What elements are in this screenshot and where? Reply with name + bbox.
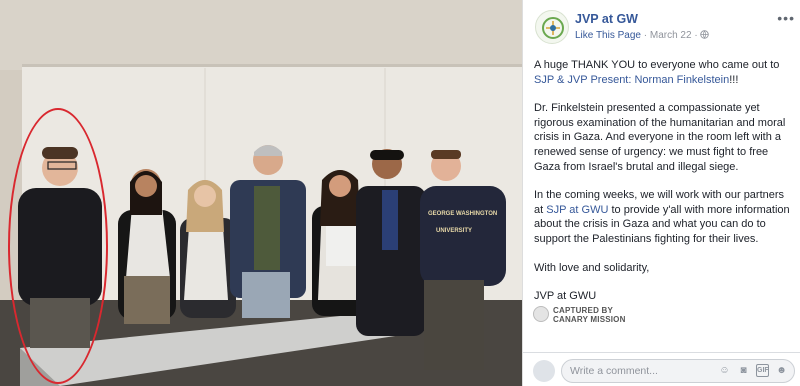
watermark-line1: CAPTURED BY bbox=[553, 306, 613, 315]
comment-row: Write a comment... ☺ ◙ GIF ☻ bbox=[533, 358, 795, 384]
post-subline: Like This Page · March 22 · bbox=[575, 30, 710, 41]
shirt-text-line2: UNIVERSITY bbox=[436, 228, 472, 234]
p1-text: A huge THANK YOU to everyone who came ou… bbox=[534, 59, 780, 71]
event-photo[interactable]: GEORGE WASHINGTON UNIVERSITY bbox=[0, 0, 522, 386]
sjp-gwu-link[interactable]: SJP at GWU bbox=[546, 204, 608, 216]
red-circle-annotation bbox=[8, 108, 108, 384]
post-header: JVP at GW Like This Page · March 22 · ••… bbox=[533, 10, 795, 44]
gif-icon[interactable]: GIF bbox=[756, 364, 769, 377]
post-panel: JVP at GW Like This Page · March 22 · ••… bbox=[522, 0, 800, 386]
comment-placeholder: Write a comment... bbox=[570, 365, 658, 377]
emoji-icon[interactable]: ☺ bbox=[718, 364, 731, 377]
p1-suffix: !!! bbox=[729, 73, 739, 86]
comment-icons: ☺ ◙ GIF ☻ bbox=[718, 364, 788, 377]
event-link[interactable]: SJP & JVP Present: Norman Finkelstein bbox=[534, 74, 729, 86]
like-page-link[interactable]: Like This Page bbox=[575, 30, 641, 41]
shirt-text-line1: GEORGE WASHINGTON bbox=[428, 211, 497, 217]
comment-input[interactable]: Write a comment... ☺ ◙ GIF ☻ bbox=[561, 359, 795, 383]
post-paragraph-3: In the coming weeks, we will work with o… bbox=[534, 188, 792, 246]
watermark: CAPTURED BY CANARY MISSION bbox=[553, 306, 626, 324]
watermark-line2: CANARY MISSION bbox=[553, 315, 626, 324]
divider bbox=[523, 352, 800, 353]
page-name-link[interactable]: JVP at GW bbox=[575, 12, 638, 26]
post-text: A huge THANK YOU to everyone who came ou… bbox=[534, 58, 792, 318]
post-paragraph-2: Dr. Finkelstein presented a compassionat… bbox=[534, 102, 786, 173]
camera-icon[interactable]: ◙ bbox=[737, 364, 750, 377]
jvp-logo-icon bbox=[542, 17, 564, 39]
more-options-icon[interactable]: ••• bbox=[777, 10, 795, 26]
post-paragraph-1: A huge THANK YOU to everyone who came ou… bbox=[534, 58, 792, 87]
page-avatar[interactable] bbox=[535, 10, 569, 44]
post-paragraph-5: JVP at GWU bbox=[534, 290, 597, 303]
sticker-icon[interactable]: ☻ bbox=[775, 364, 788, 377]
post-date[interactable]: March 22 bbox=[650, 30, 692, 41]
globe-icon bbox=[700, 30, 710, 39]
post-paragraph-4: With love and solidarity, bbox=[534, 261, 650, 274]
user-avatar bbox=[533, 360, 555, 382]
canary-mission-logo-icon bbox=[533, 306, 549, 322]
